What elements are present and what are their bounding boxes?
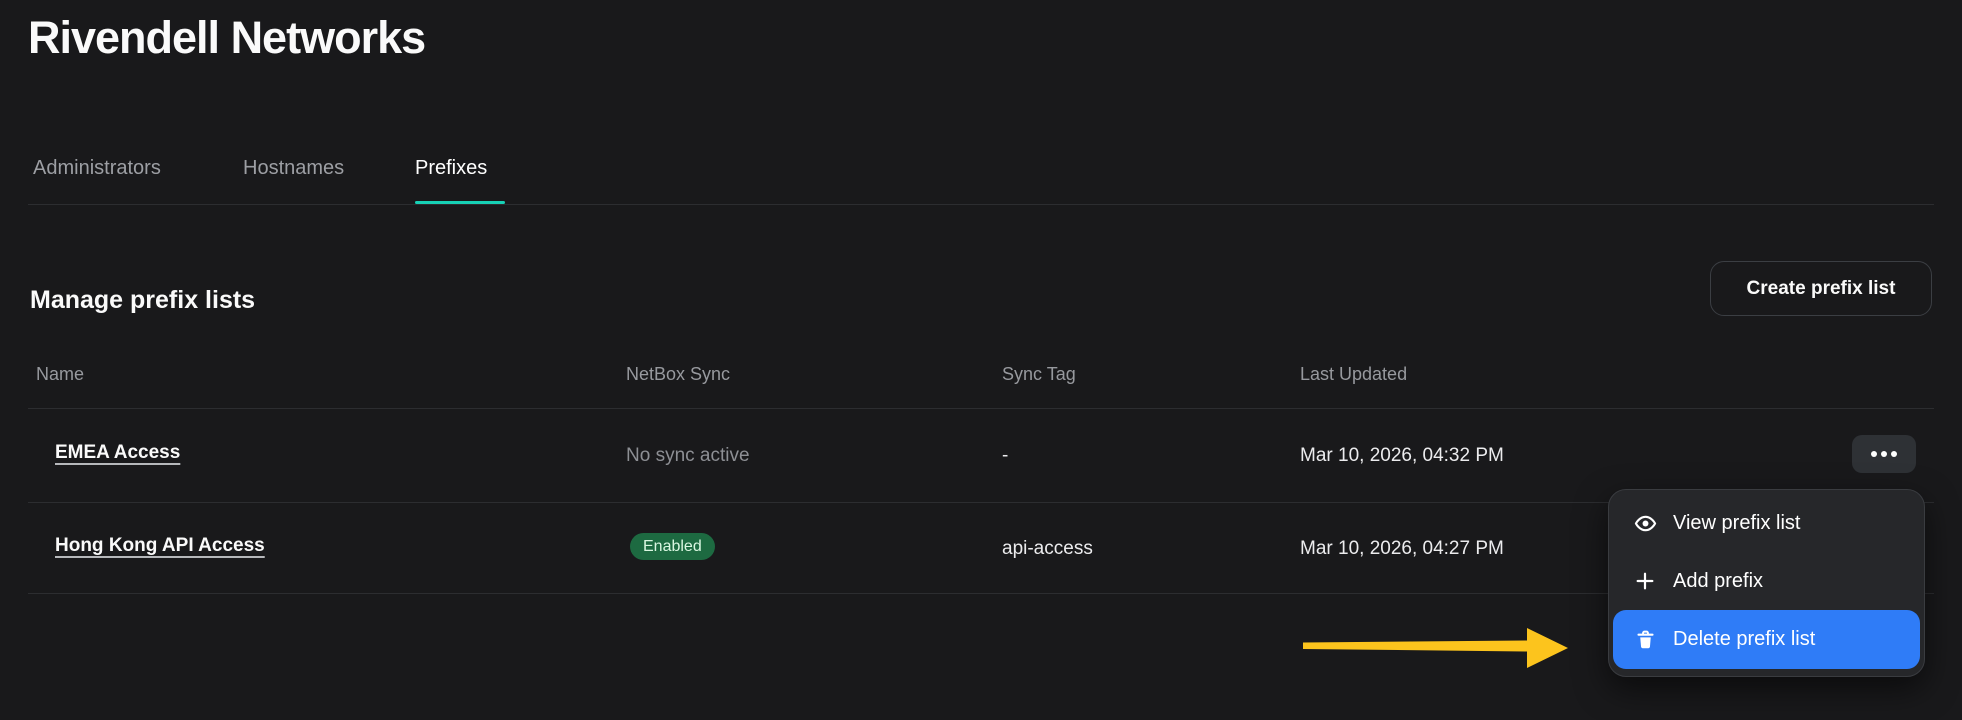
- page: Rivendell Networks Administrators Hostna…: [0, 0, 1962, 720]
- pointer-arrow-annotation: [1303, 628, 1568, 668]
- plus-icon: [1633, 569, 1657, 593]
- sync-tag-value: api-access: [1002, 538, 1093, 559]
- last-updated-value: Mar 10, 2026, 04:32 PM: [1300, 445, 1504, 466]
- menu-item-label: Delete prefix list: [1673, 628, 1816, 650]
- column-header-sync-tag: Sync Tag: [1002, 364, 1076, 384]
- trash-icon: [1633, 628, 1657, 652]
- last-updated-value: Mar 10, 2026, 04:27 PM: [1300, 538, 1504, 559]
- create-prefix-list-button[interactable]: Create prefix list: [1710, 261, 1932, 316]
- page-title: Rivendell Networks: [28, 12, 426, 63]
- column-header-name: Name: [36, 364, 85, 384]
- tab-hostnames[interactable]: Hostnames: [243, 157, 344, 180]
- eye-icon: [1633, 511, 1657, 535]
- row-actions-button[interactable]: [1852, 435, 1916, 473]
- column-header-last-updated: Last Updated: [1300, 364, 1408, 384]
- row-actions-context-menu: View prefix list Add prefix Delete prefi…: [1608, 489, 1925, 677]
- menu-item-label: Add prefix: [1673, 569, 1764, 592]
- ellipsis-icon: [1871, 451, 1877, 457]
- menu-item-add-prefix[interactable]: Add prefix: [1613, 552, 1920, 610]
- prefix-list-link-emea[interactable]: EMEA Access: [55, 442, 180, 463]
- menu-item-label: View prefix list: [1673, 511, 1801, 534]
- table-row: EMEA Access: [55, 442, 180, 464]
- tab-prefixes[interactable]: Prefixes: [415, 157, 487, 180]
- menu-item-delete-prefix-list[interactable]: Delete prefix list: [1613, 610, 1920, 669]
- tabs-divider: [28, 204, 1934, 205]
- menu-item-view-prefix-list[interactable]: View prefix list: [1613, 494, 1920, 552]
- enabled-status-badge: Enabled: [630, 533, 715, 560]
- sync-tag-value: -: [1002, 445, 1009, 466]
- prefix-list-link-hongkong[interactable]: Hong Kong API Access: [55, 535, 265, 556]
- column-header-netbox-sync: NetBox Sync: [626, 364, 731, 384]
- table-header-divider: [28, 408, 1934, 409]
- tab-administrators[interactable]: Administrators: [33, 157, 161, 180]
- netbox-sync-status: No sync active: [626, 445, 750, 466]
- section-heading: Manage prefix lists: [30, 286, 256, 314]
- table-row: Hong Kong API Access: [55, 535, 265, 557]
